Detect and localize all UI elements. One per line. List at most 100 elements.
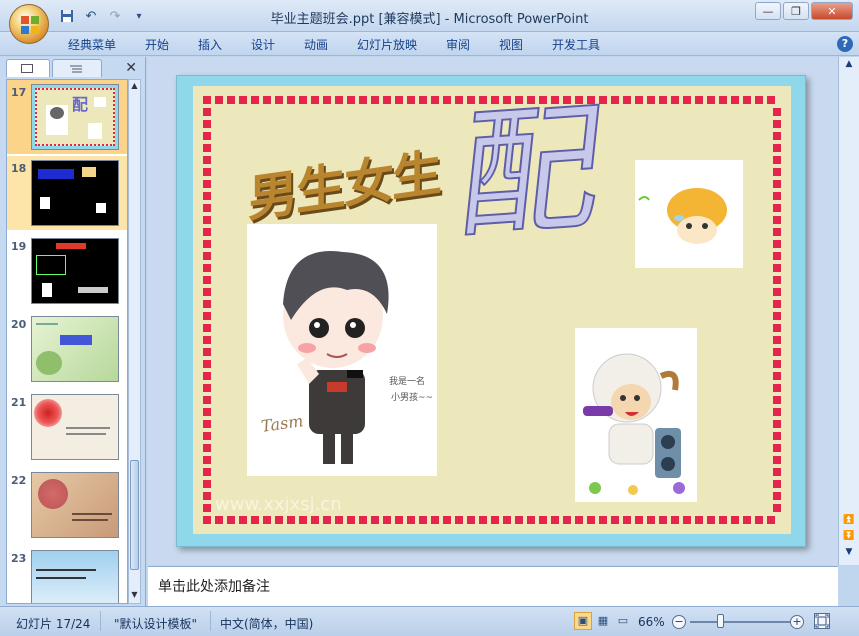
zoom-slider[interactable] bbox=[690, 621, 790, 623]
mushroom-illustration[interactable] bbox=[635, 160, 743, 268]
border-square bbox=[773, 312, 781, 320]
border-square bbox=[767, 516, 775, 524]
border-square bbox=[773, 480, 781, 488]
border-square bbox=[347, 96, 355, 104]
border-square bbox=[491, 516, 499, 524]
border-square bbox=[203, 372, 211, 380]
border-square bbox=[203, 432, 211, 440]
border-square bbox=[203, 468, 211, 476]
border-square bbox=[227, 516, 235, 524]
tab-outline[interactable] bbox=[52, 59, 102, 77]
border-square bbox=[647, 516, 655, 524]
border-square bbox=[371, 96, 379, 104]
slide-thumb-21[interactable]: 21 bbox=[7, 390, 127, 464]
menu-insert[interactable]: 插入 bbox=[198, 36, 222, 53]
menu-design[interactable]: 设计 bbox=[251, 36, 275, 53]
normal-view-icon[interactable]: ▣ bbox=[574, 612, 592, 630]
restore-button[interactable]: ❐ bbox=[783, 2, 809, 20]
menu-classic[interactable]: 经典菜单 bbox=[68, 36, 116, 53]
border-square bbox=[275, 96, 283, 104]
scroll-up-icon[interactable]: ▲ bbox=[842, 59, 856, 69]
border-square bbox=[773, 396, 781, 404]
slide-thumb-17[interactable]: 17 配 bbox=[7, 80, 127, 154]
zoom-slider-knob[interactable] bbox=[717, 614, 724, 628]
border-square bbox=[203, 480, 211, 488]
notes-placeholder[interactable]: 单击此处添加备注 bbox=[158, 576, 270, 596]
border-square bbox=[773, 144, 781, 152]
slide-thumb-22[interactable]: 22 bbox=[7, 468, 127, 542]
border-square bbox=[719, 516, 727, 524]
border-square bbox=[773, 132, 781, 140]
scrollbar-thumb[interactable] bbox=[130, 460, 139, 570]
zoom-out-icon[interactable]: − bbox=[672, 615, 686, 629]
menu-view[interactable]: 视图 bbox=[499, 36, 523, 53]
thumbnails-scrollbar[interactable]: ▲ ▼ bbox=[128, 79, 141, 604]
tab-slides[interactable] bbox=[6, 59, 50, 77]
border-square bbox=[203, 240, 211, 248]
slide-thumb-image bbox=[31, 394, 119, 460]
slide-thumb-20[interactable]: 20 bbox=[7, 312, 127, 386]
border-square bbox=[347, 516, 355, 524]
current-slide[interactable]: 男生女生 配 我是一名 小男孩~~ Tasm www.xxjxsj.cn bbox=[176, 75, 806, 547]
slide-thumb-23[interactable]: 23 bbox=[7, 546, 127, 603]
slide-thumb-image bbox=[31, 472, 119, 538]
help-icon[interactable]: ? bbox=[837, 36, 853, 52]
slide-title-right[interactable]: 配 bbox=[451, 85, 612, 259]
sheep-illustration[interactable] bbox=[575, 328, 697, 502]
title-bar: ↶ ↷ ▾ 毕业主题班会.ppt [兼容模式] - Microsoft Powe… bbox=[0, 0, 859, 32]
notes-pane[interactable]: 单击此处添加备注 bbox=[148, 566, 838, 606]
border-square bbox=[695, 516, 703, 524]
border-square bbox=[203, 156, 211, 164]
border-square bbox=[203, 216, 211, 224]
language-indicator[interactable]: 中文(简体，中国) bbox=[220, 615, 313, 632]
scroll-down-icon[interactable]: ▼ bbox=[129, 590, 140, 602]
border-square bbox=[203, 420, 211, 428]
prev-slide-icon[interactable]: ⏫ bbox=[842, 515, 856, 525]
slides-tab-icon bbox=[21, 64, 33, 73]
next-slide-icon[interactable]: ⏬ bbox=[842, 531, 856, 541]
border-square bbox=[773, 492, 781, 500]
border-square bbox=[695, 96, 703, 104]
border-square bbox=[455, 96, 463, 104]
border-square bbox=[773, 504, 781, 512]
fit-to-window-icon[interactable] bbox=[814, 613, 830, 629]
boy-illustration[interactable]: 我是一名 小男孩~~ Tasm bbox=[247, 224, 437, 476]
border-square bbox=[773, 348, 781, 356]
template-name: "默认设计模板" bbox=[114, 617, 198, 631]
slide-thumb-18[interactable]: 18 bbox=[7, 156, 127, 230]
slideshow-view-icon[interactable]: ▭ bbox=[614, 612, 632, 630]
border-square bbox=[479, 516, 487, 524]
border-square bbox=[773, 384, 781, 392]
zoom-level[interactable]: 66% bbox=[638, 615, 665, 629]
scroll-up-icon[interactable]: ▲ bbox=[129, 81, 140, 93]
border-square bbox=[455, 516, 463, 524]
scroll-down-icon[interactable]: ▼ bbox=[842, 547, 856, 557]
border-square bbox=[773, 192, 781, 200]
menu-review[interactable]: 审阅 bbox=[446, 36, 470, 53]
slide-title-left[interactable]: 男生女生 bbox=[248, 133, 440, 232]
menu-home[interactable]: 开始 bbox=[145, 36, 169, 53]
slide-thumb-19[interactable]: 19 bbox=[7, 234, 127, 308]
menu-slideshow[interactable]: 幻灯片放映 bbox=[357, 36, 417, 53]
pane-close-icon[interactable]: ✕ bbox=[125, 60, 137, 76]
slide-number: 17 bbox=[11, 86, 27, 99]
menu-developer[interactable]: 开发工具 bbox=[552, 36, 600, 53]
zoom-in-icon[interactable]: + bbox=[790, 615, 804, 629]
close-button[interactable]: ✕ bbox=[811, 2, 853, 20]
border-square bbox=[515, 516, 523, 524]
border-square bbox=[503, 516, 511, 524]
border-square bbox=[203, 312, 211, 320]
border-square bbox=[443, 96, 451, 104]
menu-animations[interactable]: 动画 bbox=[304, 36, 328, 53]
office-button[interactable] bbox=[9, 4, 49, 44]
border-square bbox=[203, 288, 211, 296]
border-square bbox=[599, 516, 607, 524]
minimize-button[interactable]: — bbox=[755, 2, 781, 20]
slide-sorter-view-icon[interactable]: ▦ bbox=[594, 612, 612, 630]
watermark-text: www.xxjxsj.cn bbox=[215, 494, 342, 515]
border-square bbox=[335, 96, 343, 104]
slide-counter: 幻灯片 17/24 bbox=[16, 617, 91, 631]
border-square bbox=[719, 96, 727, 104]
border-square bbox=[203, 192, 211, 200]
editor-scrollbar[interactable]: ▲ ⏫ ⏬ ▼ bbox=[838, 57, 859, 565]
